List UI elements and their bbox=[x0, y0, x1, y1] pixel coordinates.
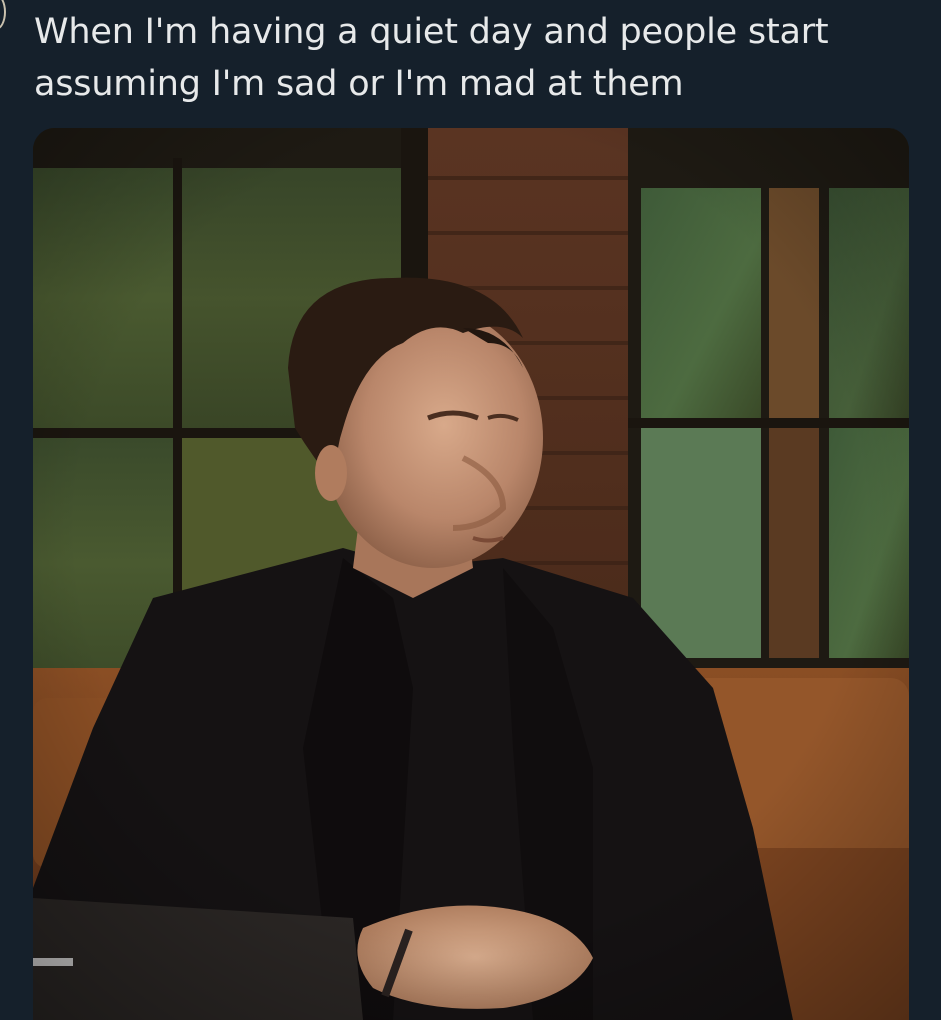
tweet-post: When I'm having a quiet day and people s… bbox=[0, 0, 941, 1020]
avatar[interactable] bbox=[0, 0, 6, 30]
tweet-text: When I'm having a quiet day and people s… bbox=[34, 12, 829, 104]
photo bbox=[33, 128, 909, 1020]
tweet-media[interactable] bbox=[33, 128, 909, 1020]
